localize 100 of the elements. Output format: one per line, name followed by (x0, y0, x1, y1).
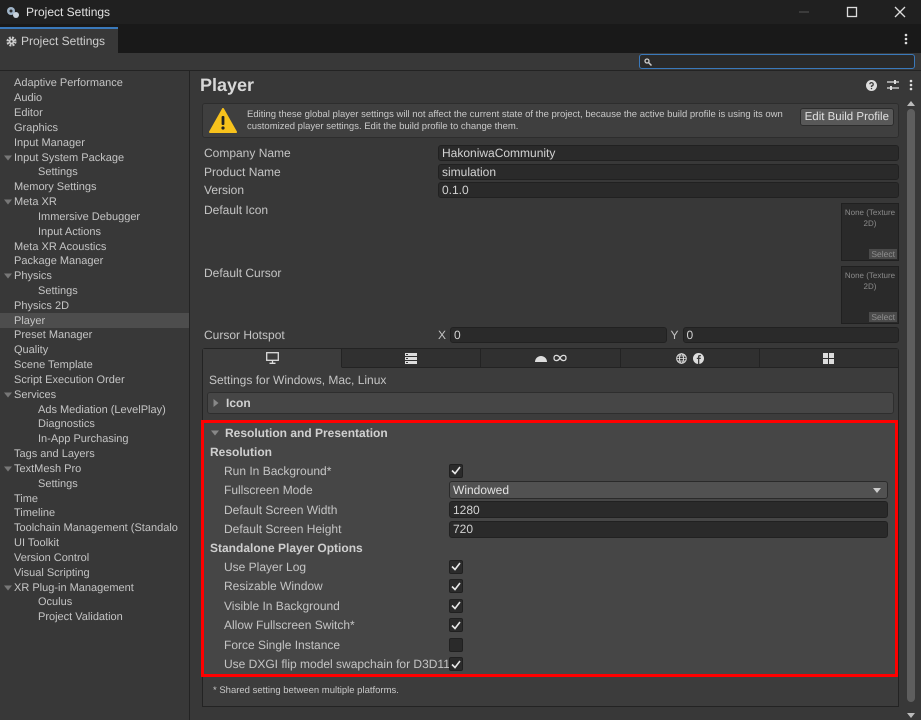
sidebar-item[interactable]: Time (14, 492, 38, 505)
number-field[interactable]: 0 (682, 326, 899, 343)
sidebar-item[interactable]: UI Toolkit (14, 537, 60, 550)
sidebar-item[interactable]: Timeline (14, 507, 56, 520)
setting-label: Run In Background* (224, 464, 332, 478)
sidebar-item[interactable]: Input Manager (14, 136, 85, 149)
sidebar-item[interactable]: Services (14, 388, 56, 401)
platform-tab[interactable] (760, 349, 898, 368)
sidebar-item[interactable]: Diagnostics (38, 418, 95, 430)
platform-tab[interactable] (342, 349, 482, 368)
sidebar-item[interactable]: TextMesh Pro (14, 462, 82, 475)
sidebar-item[interactable]: Settings (38, 285, 78, 297)
window-tab[interactable]: Project Settings (0, 27, 118, 53)
sliders-icon[interactable] (887, 79, 899, 91)
field-label: Default Cursor (203, 266, 282, 280)
search-icon (644, 58, 652, 66)
sidebar-item[interactable]: Physics (14, 270, 52, 282)
sidebar-item[interactable]: Tags and Layers (14, 448, 95, 460)
sidebar-item[interactable]: In-App Purchasing (38, 433, 128, 446)
sidebar-item[interactable]: Preset Manager (14, 329, 92, 342)
scroll-down-icon[interactable] (907, 713, 915, 718)
sidebar-item[interactable]: Project Validation (38, 611, 123, 624)
checkbox[interactable] (449, 618, 463, 632)
sidebar-item[interactable]: Version Control (14, 552, 90, 564)
sidebar-item[interactable]: Toolchain Management (Standalo (14, 522, 178, 534)
caret-icon[interactable] (4, 390, 12, 399)
sidebar-item[interactable]: XR Plug-in Management (14, 582, 134, 594)
sidebar-item[interactable]: Player (14, 314, 46, 327)
warning-text: Editing these global player settings will not affect the current state of the project, because the active build profile is using its own customized player settings. Edit the build profile to change them. (247, 108, 784, 132)
sidebar-item[interactable]: Meta XR Acoustics (14, 240, 106, 253)
texture-slot[interactable]: None (Texture 2D) Select (841, 202, 899, 260)
texture-slot[interactable]: None (Texture 2D) Select (841, 266, 899, 324)
more-icon[interactable] (904, 32, 908, 44)
sidebar-item[interactable]: Meta XR (14, 196, 57, 208)
caret-icon (873, 488, 881, 493)
sidebar-item[interactable]: Scene Template (14, 359, 93, 372)
more-icon[interactable] (909, 79, 913, 91)
text-field[interactable]: 1280 (449, 501, 888, 518)
text-field[interactable]: 720 (449, 520, 888, 538)
sidebar-item[interactable]: Memory Settings (14, 181, 97, 194)
scroll-up-icon[interactable] (907, 101, 915, 106)
checkbox[interactable] (449, 579, 463, 594)
platform-tab[interactable] (203, 349, 342, 368)
sidebar-item[interactable]: Settings (38, 478, 78, 490)
caret-icon[interactable] (4, 584, 12, 592)
text-field[interactable]: simulation (438, 164, 899, 180)
checkbox[interactable] (449, 638, 463, 652)
maximize-icon[interactable] (846, 6, 858, 18)
search-field[interactable] (639, 54, 915, 69)
caret-icon[interactable] (212, 399, 220, 407)
platform-tab[interactable] (620, 349, 760, 368)
platform-tab[interactable] (481, 349, 621, 368)
caret-icon[interactable] (211, 429, 219, 437)
checkbox[interactable] (449, 560, 463, 574)
sidebar-item[interactable]: Settings (38, 166, 78, 178)
axis-label: Y (670, 328, 679, 342)
checkbox[interactable] (449, 657, 463, 672)
windows-icon (823, 352, 834, 364)
dropdown[interactable]: Windowed (449, 481, 888, 500)
checkbox[interactable] (449, 598, 463, 613)
edit-build-profile-button[interactable]: Edit Build Profile (800, 108, 894, 126)
scrollbar[interactable] (905, 99, 917, 720)
caret-icon[interactable] (4, 154, 12, 162)
caret-icon[interactable] (4, 198, 12, 206)
axis-label: X (438, 328, 446, 342)
group-heading: Standalone Player Options (209, 540, 364, 557)
text-field[interactable]: HakoniwaCommunity (438, 145, 899, 162)
sidebar-item[interactable]: Quality (14, 344, 48, 356)
sidebar-item[interactable]: Input Actions (38, 226, 101, 238)
platform-heading: Settings for Windows, Mac, Linux (208, 372, 388, 389)
panel-title: Player (200, 74, 254, 96)
setting-label: Visible In Background (224, 598, 341, 613)
number-field[interactable]: 0 (450, 326, 666, 343)
field-label: Version (203, 183, 246, 198)
sidebar-item[interactable]: Input System Package (14, 152, 124, 164)
sidebar-item[interactable]: Audio (14, 92, 42, 104)
monitor-icon (266, 352, 279, 364)
section-header[interactable]: Resolution and Presentation (207, 423, 895, 443)
sidebar-item[interactable]: Graphics (14, 122, 58, 134)
checkbox[interactable] (449, 464, 463, 478)
close-icon[interactable] (894, 6, 906, 18)
server-icon (405, 352, 418, 364)
infinity-icon (552, 354, 566, 362)
setting-label: Resizable Window (224, 579, 324, 594)
help-icon[interactable] (866, 80, 877, 90)
section-header[interactable]: Icon (208, 393, 893, 413)
caret-icon[interactable] (4, 272, 12, 280)
sidebar-item[interactable]: Physics 2D (14, 300, 70, 312)
sidebar-item[interactable]: Script Execution Order (14, 374, 125, 386)
circle-f-icon (692, 352, 704, 364)
sidebar-item[interactable]: Immersive Debugger (38, 210, 140, 223)
caret-icon[interactable] (4, 464, 12, 473)
sidebar-item[interactable]: Adaptive Performance (14, 77, 123, 90)
sidebar-item[interactable]: Oculus (38, 596, 72, 608)
sidebar-item[interactable]: Visual Scripting (14, 566, 90, 579)
sidebar-item[interactable]: Package Manager (14, 255, 104, 268)
field-label: Product Name (203, 164, 282, 179)
sidebar-item[interactable]: Editor (14, 107, 43, 120)
text-field[interactable]: 0.1.0 (438, 182, 899, 198)
sidebar-item[interactable]: Ads Mediation (LevelPlay) (38, 404, 166, 416)
